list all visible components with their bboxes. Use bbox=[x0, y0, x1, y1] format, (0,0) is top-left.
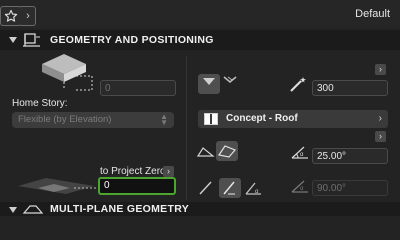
home-story-select[interactable]: Flexible (by Elevation) ▲ ▼ bbox=[12, 112, 174, 128]
collapse-triangle-icon[interactable] bbox=[9, 37, 17, 43]
roof-geometry-method-alt-button[interactable] bbox=[221, 74, 243, 94]
slope-by-angle-icon[interactable] bbox=[196, 141, 216, 161]
edge-custom-angle-icon[interactable]: α bbox=[243, 178, 265, 198]
magic-wand-icon bbox=[290, 77, 306, 92]
chevron-right-icon: › bbox=[378, 113, 382, 124]
roof-thickness-vertical-icon bbox=[203, 78, 215, 85]
favorites-button[interactable] bbox=[0, 6, 22, 26]
bottom-offset-field[interactable]: 0 bbox=[98, 177, 176, 195]
building-material-swatch-icon bbox=[204, 113, 218, 125]
section-multiplane-header[interactable]: MULTI-PLANE GEOMETRY bbox=[0, 202, 400, 216]
favorites-more-button[interactable]: › bbox=[21, 6, 36, 26]
preset-label: Default bbox=[355, 8, 390, 20]
edge-angle-field[interactable]: 90.00° bbox=[312, 180, 388, 196]
edge-perpendicular-icon bbox=[223, 181, 235, 195]
home-story-value: Flexible (by Elevation) bbox=[18, 114, 112, 125]
svg-text:α: α bbox=[300, 152, 304, 158]
geometry-options-more-button[interactable]: › bbox=[375, 64, 386, 75]
home-story-label: Home Story: bbox=[12, 98, 68, 109]
roof-thickness-perpendicular-icon bbox=[223, 76, 237, 83]
roof-thickness-field[interactable]: 300 bbox=[312, 80, 388, 96]
pitch-angle-icon: α bbox=[291, 146, 308, 159]
column-divider bbox=[186, 56, 187, 200]
section-title: GEOMETRY AND POSITIONING bbox=[50, 34, 214, 46]
surface-override-select[interactable]: Concept - Roof › bbox=[198, 110, 388, 128]
reference-level-label: to Project Zero bbox=[100, 166, 166, 177]
surface-override-label: Concept - Roof bbox=[226, 113, 298, 124]
slope-by-percent-button[interactable] bbox=[216, 141, 238, 161]
top-bar bbox=[0, 0, 400, 28]
star-outline-icon bbox=[4, 9, 18, 22]
multi-plane-section-icon bbox=[22, 205, 44, 214]
slope-options-more-button[interactable]: › bbox=[375, 131, 386, 142]
reference-more-button[interactable]: › bbox=[163, 166, 174, 177]
edge-perpendicular-button[interactable] bbox=[219, 178, 241, 198]
geometry-section-icon bbox=[23, 33, 40, 47]
section-title: MULTI-PLANE GEOMETRY bbox=[50, 203, 189, 215]
chevron-up-down-icon: ▲ ▼ bbox=[160, 112, 168, 127]
edge-angle-icon: α bbox=[291, 180, 308, 193]
collapse-triangle-icon[interactable] bbox=[9, 207, 17, 213]
section-geometry-header[interactable]: GEOMETRY AND POSITIONING bbox=[0, 30, 400, 50]
svg-text:α: α bbox=[300, 186, 304, 192]
roof-geometry-method-button[interactable] bbox=[198, 74, 220, 94]
edge-vertical-icon[interactable] bbox=[196, 178, 216, 198]
slope-plane-icon bbox=[218, 145, 237, 158]
roof-pitch-field[interactable]: 25.00° bbox=[312, 148, 388, 164]
project-zero-plane-illustration-icon bbox=[18, 178, 98, 194]
svg-text:α: α bbox=[255, 189, 259, 195]
top-offset-field[interactable]: 0 bbox=[100, 80, 176, 96]
roof-top-offset-illustration-icon bbox=[42, 54, 93, 91]
